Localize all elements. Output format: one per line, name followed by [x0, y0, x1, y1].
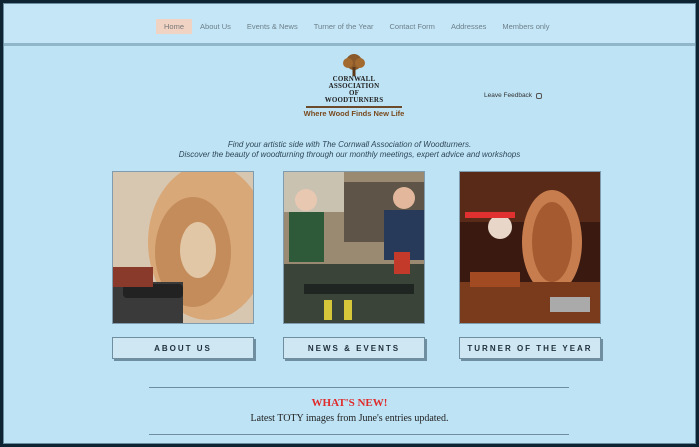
about-us-button[interactable]: ABOUT US — [112, 337, 254, 359]
intro-line-2: Discover the beauty of woodturning throu… — [178, 150, 521, 159]
logo-tagline: Where Wood Finds New Life — [303, 109, 405, 118]
nav-contact-form[interactable]: Contact Form — [382, 19, 443, 34]
whats-new-heading: WHAT'S NEW! — [311, 397, 388, 409]
intro-line-1: Find your artistic side with The Cornwal… — [227, 140, 472, 149]
leave-feedback-link[interactable]: Leave Feedback — [484, 92, 543, 99]
intro-text: Find your artistic side with The Cornwal… — [4, 140, 695, 160]
nav-events-news[interactable]: Events & News — [239, 19, 306, 34]
feedback-icon — [536, 92, 543, 99]
logo-divider — [306, 106, 402, 108]
news-events-photo[interactable] — [283, 171, 425, 324]
nav-about-us[interactable]: About Us — [192, 19, 239, 34]
site-logo[interactable]: CORNWALL ASSOCIATION OF WOODTURNERS Wher… — [300, 54, 408, 118]
nav-home[interactable]: Home — [156, 19, 193, 34]
tree-logo-icon — [339, 54, 369, 76]
turner-of-the-year-photo[interactable] — [459, 171, 601, 324]
logo-line-4: WOODTURNERS — [324, 96, 384, 104]
divider-bottom — [149, 434, 569, 435]
page-frame: Home About Us Events & News Turner of th… — [3, 3, 696, 444]
news-events-button[interactable]: NEWS & EVENTS — [283, 337, 425, 359]
nav-members-only[interactable]: Members only — [494, 19, 557, 34]
nav-addresses[interactable]: Addresses — [443, 19, 494, 34]
main-menu: Home About Us Events & News Turner of th… — [156, 19, 557, 34]
nav-turner-of-the-year[interactable]: Turner of the Year — [306, 19, 382, 34]
top-navigation-bar: Home About Us Events & News Turner of th… — [4, 4, 695, 46]
about-us-photo[interactable] — [112, 171, 254, 324]
feedback-label: Leave Feedback — [484, 92, 533, 99]
turner-of-the-year-button[interactable]: TURNER OF THE YEAR — [459, 337, 601, 359]
divider-top — [149, 387, 569, 388]
latest-update-text: Latest TOTY images from June's entries u… — [250, 413, 449, 424]
